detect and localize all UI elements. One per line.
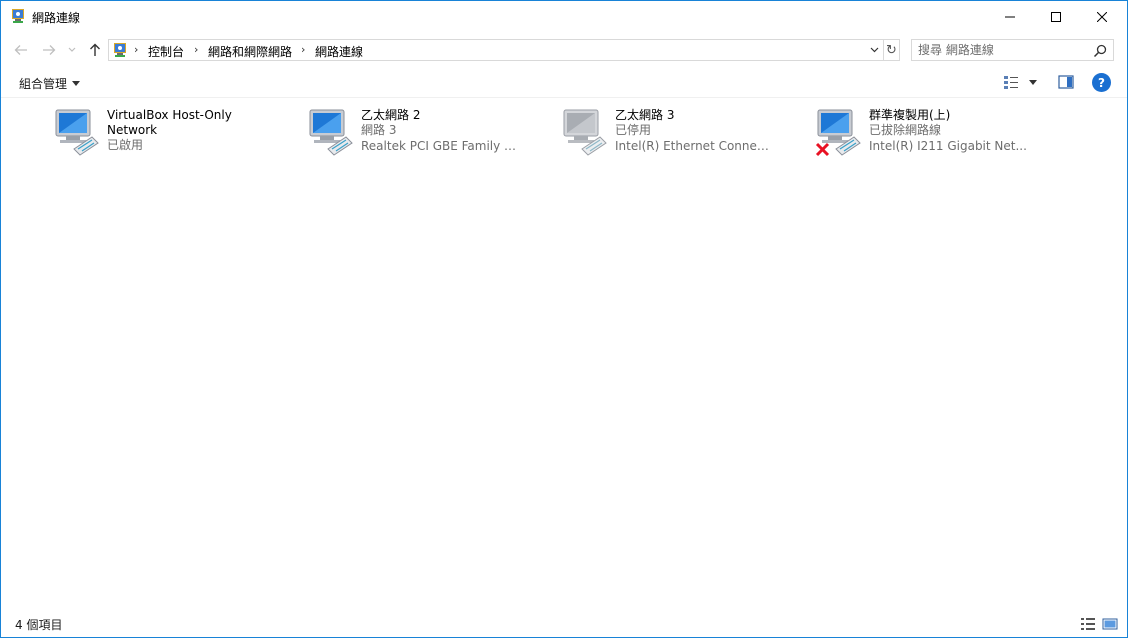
breadcrumb-chevron-icon[interactable]: › <box>301 43 305 56</box>
connection-device: Realtek PCI GBE Family C... <box>361 139 521 153</box>
search-icon[interactable] <box>1092 43 1108 59</box>
status-bar: 4 個項目 <box>1 611 1127 637</box>
title-bar: 網路連線 <box>1 1 1127 32</box>
command-bar: 組合管理 ? <box>1 67 1127 98</box>
address-dropdown-button[interactable] <box>866 40 882 60</box>
connection-name: 乙太網路 2 <box>361 108 421 122</box>
minimize-button[interactable] <box>987 1 1033 32</box>
refresh-icon: ↻ <box>886 42 897 58</box>
breadcrumb-network-internet[interactable]: 網路和網際網路 <box>208 43 292 60</box>
up-button[interactable] <box>85 40 105 60</box>
network-adapter-unplugged-icon <box>815 109 861 157</box>
back-button[interactable] <box>11 40 31 60</box>
connection-name: 群準複製用(上) <box>869 108 951 122</box>
connection-item[interactable]: 群準複製用(上) 已拔除網路線 Intel(R) I211 Gigabit Ne… <box>814 107 1054 159</box>
details-view-icon[interactable] <box>1080 616 1096 632</box>
refresh-button[interactable]: ↻ <box>883 40 899 60</box>
breadcrumb-chevron-icon[interactable]: › <box>134 43 138 56</box>
network-adapter-icon <box>55 109 99 156</box>
connection-status: 網路 3 <box>361 123 397 137</box>
arrow-right-icon <box>43 45 56 55</box>
maximize-icon <box>1051 11 1061 22</box>
chevron-down-icon <box>870 47 879 53</box>
organize-button[interactable]: 組合管理 <box>19 75 81 92</box>
caret-down-icon <box>1029 79 1037 85</box>
maximize-button[interactable] <box>1033 1 1079 32</box>
preview-pane-icon[interactable] <box>1056 73 1076 91</box>
connection-item[interactable]: 乙太網路 2 網路 3 Realtek PCI GBE Family C... <box>306 107 546 159</box>
chevron-down-icon <box>68 47 76 52</box>
search-box[interactable] <box>911 39 1114 61</box>
view-options-dropdown[interactable] <box>1026 73 1040 91</box>
connection-device: Intel(R) Ethernet Connecti... <box>615 139 775 153</box>
connection-status: 已啟用 <box>107 138 144 152</box>
connection-device: Intel(R) I211 Gigabit Net... <box>869 139 1027 153</box>
breadcrumb-control-panel[interactable]: 控制台 <box>148 43 184 60</box>
change-view-icon[interactable] <box>1001 73 1021 91</box>
address-row: › 控制台 › 網路和網際網路 › 網路連線 ↻ <box>1 35 1127 65</box>
network-adapter-disabled-icon <box>563 109 607 156</box>
arrow-left-icon <box>14 45 27 55</box>
breadcrumb-chevron-icon[interactable]: › <box>194 43 198 56</box>
window-title: 網路連線 <box>32 11 81 25</box>
window: 網路連線 › 控制台 › 網路和網際網路 › 網路連線 ↻ 搜尋 網路連線 組合… <box>0 0 1128 638</box>
arrow-up-icon <box>90 43 100 56</box>
network-connections-icon <box>114 43 126 57</box>
help-button[interactable]: ? <box>1092 73 1111 92</box>
connection-status: 已停用 <box>615 123 652 137</box>
connection-name: 乙太網路 3 <box>615 108 675 122</box>
recent-locations-button[interactable] <box>65 40 79 60</box>
connection-name: VirtualBox Host-Only <box>107 108 232 122</box>
connection-item[interactable]: VirtualBox Host-Only Network 已啟用 <box>52 107 292 159</box>
caret-down-icon <box>72 81 81 86</box>
minimize-icon <box>1005 16 1015 17</box>
close-icon <box>1097 11 1107 22</box>
address-bar[interactable]: › 控制台 › 網路和網際網路 › 網路連線 ↻ <box>108 39 900 61</box>
organize-label: 組合管理 <box>19 77 68 91</box>
breadcrumb-network-connections[interactable]: 網路連線 <box>315 43 363 60</box>
search-input[interactable] <box>918 42 1088 58</box>
item-count: 4 個項目 <box>15 618 63 632</box>
large-icons-view-icon[interactable] <box>1102 616 1118 632</box>
connection-status: 已拔除網路線 <box>869 123 942 137</box>
forward-button[interactable] <box>39 40 59 60</box>
close-button[interactable] <box>1079 1 1125 32</box>
connection-name-continued: Network <box>107 123 158 137</box>
connection-item[interactable]: 乙太網路 3 已停用 Intel(R) Ethernet Connecti... <box>560 107 800 159</box>
network-connections-icon <box>12 9 24 23</box>
network-adapter-icon <box>309 109 353 156</box>
connections-view: VirtualBox Host-Only Network 已啟用 乙太網路 2 … <box>1 99 1127 611</box>
help-icon: ? <box>1098 75 1105 90</box>
red-x-icon <box>815 142 830 157</box>
